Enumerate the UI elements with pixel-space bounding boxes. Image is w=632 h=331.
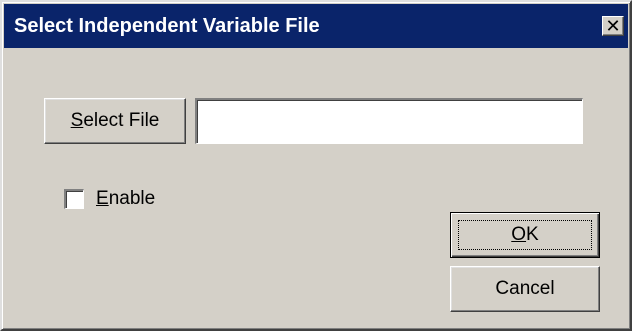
select-file-label: Select File (71, 110, 160, 132)
cancel-button[interactable]: Cancel (450, 266, 600, 312)
enable-mnemonic: E (96, 188, 109, 209)
ok-label-rest: K (526, 224, 539, 245)
close-icon: ✕ (605, 16, 621, 36)
enable-label: Enable (96, 188, 155, 210)
ok-focus-rect: OK (458, 220, 592, 250)
cancel-label: Cancel (495, 278, 555, 299)
select-file-label-rest: elect File (83, 110, 160, 131)
file-path-input[interactable] (195, 98, 583, 144)
dialog-window: Select Independent Variable File ✕ Selec… (0, 0, 632, 331)
select-file-mnemonic: S (70, 110, 84, 131)
title-bar[interactable]: Select Independent Variable File ✕ (4, 4, 628, 48)
enable-label-rest: nable (108, 188, 156, 209)
select-file-button[interactable]: Select File (44, 98, 186, 144)
ok-label: OK (511, 224, 538, 246)
close-button[interactable]: ✕ (602, 16, 624, 36)
ok-mnemonic: O (511, 224, 527, 245)
enable-checkbox[interactable] (64, 189, 84, 209)
dialog-title: Select Independent Variable File (14, 14, 320, 37)
ok-button[interactable]: OK (450, 212, 600, 258)
enable-checkbox-row[interactable]: Enable (64, 188, 155, 210)
